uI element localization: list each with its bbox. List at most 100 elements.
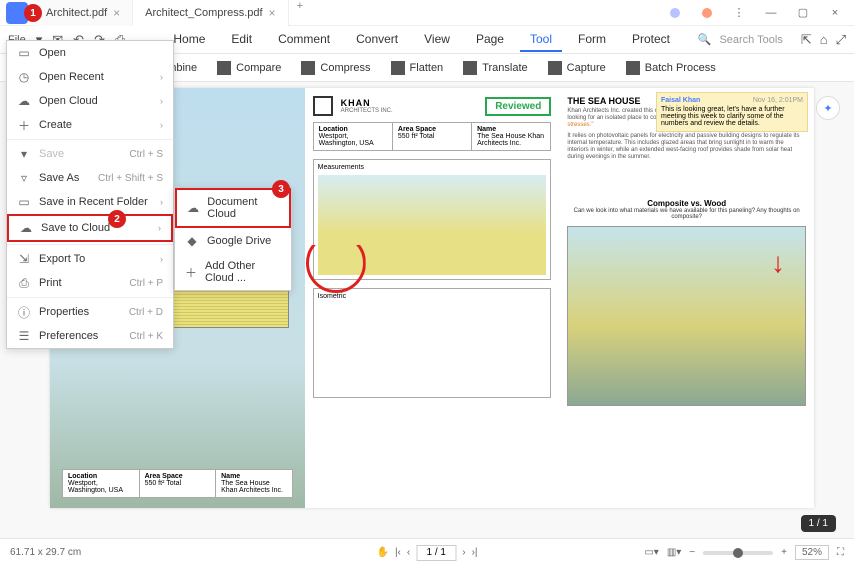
tool-capture[interactable]: Capture — [546, 58, 608, 78]
reviewed-stamp: Reviewed — [485, 97, 551, 116]
menu-comment[interactable]: Comment — [268, 28, 340, 52]
menu-save: ▾SaveCtrl + S — [7, 142, 173, 166]
measurements-panel: Measurements — [313, 159, 552, 280]
submenu-google-drive[interactable]: ◆Google Drive — [175, 228, 291, 254]
search-tools[interactable]: 🔍 Search Tools ⇱ ⌂ ⤢ — [698, 32, 846, 48]
cloud-icon: ☁ — [187, 201, 199, 215]
menu-bar: Home Edit Comment Convert View Page Tool… — [163, 28, 680, 52]
menu-form[interactable]: Form — [568, 28, 616, 52]
zoom-slider[interactable] — [703, 551, 773, 555]
menu-tool[interactable]: Tool — [520, 28, 562, 52]
save-to-cloud-submenu: ☁Document Cloud ◆Google Drive ＋Add Other… — [174, 187, 292, 291]
chevron-right-icon: › — [160, 72, 163, 82]
batch-icon — [626, 61, 640, 75]
menu-page[interactable]: Page — [466, 28, 514, 52]
share-icon[interactable]: ⇱ — [801, 32, 812, 48]
drive-icon: ◆ — [185, 234, 199, 248]
menu-create[interactable]: ＋Create› — [7, 113, 173, 137]
tool-compare[interactable]: Compare — [215, 58, 283, 78]
annotation-arrow: ↓ — [771, 247, 785, 279]
menu-protect[interactable]: Protect — [622, 28, 680, 52]
close-icon[interactable]: × — [113, 6, 120, 20]
titlebar: Architect.pdf × Architect_Compress.pdf ×… — [0, 0, 854, 26]
menu-open-cloud[interactable]: ☁Open Cloud› — [7, 89, 173, 113]
plus-icon: ＋ — [185, 265, 197, 279]
tool-translate[interactable]: Translate — [461, 58, 529, 78]
menu-save-as[interactable]: ▿Save AsCtrl + Shift + S — [7, 166, 173, 190]
chevron-right-icon: › — [160, 197, 163, 207]
maximize-button[interactable]: ▢ — [788, 2, 818, 24]
comparison-image: ↓ — [567, 226, 806, 406]
close-button[interactable]: × — [820, 2, 850, 24]
zoom-level[interactable]: 52% — [795, 545, 829, 560]
menu-edit[interactable]: Edit — [221, 28, 262, 52]
chevron-right-icon: › — [160, 96, 163, 106]
callout-badge-1: 1 — [24, 4, 42, 22]
menu-preferences[interactable]: ☰PreferencesCtrl + K — [7, 324, 173, 348]
chevron-right-icon: › — [160, 120, 163, 130]
assistant-icon[interactable]: ✦ — [816, 96, 840, 120]
fit-width-icon[interactable]: ▭▾ — [644, 547, 658, 558]
search-icon: 🔍 — [698, 33, 712, 46]
page-input[interactable] — [416, 545, 456, 561]
menu-properties[interactable]: ⓘPropertiesCtrl + D — [7, 300, 173, 324]
settings-icon: ☰ — [17, 329, 31, 343]
save-as-icon: ▿ — [17, 171, 31, 185]
annotation-circle — [306, 233, 366, 293]
prev-page-icon[interactable]: ‹ — [407, 547, 410, 558]
minimize-button[interactable]: — — [756, 2, 786, 24]
fullscreen-icon[interactable]: ⛶ — [837, 547, 844, 558]
close-icon[interactable]: × — [269, 6, 276, 20]
zoom-thumb[interactable] — [733, 548, 743, 558]
isometric-panel: Isometric — [313, 288, 552, 398]
file-icon: ▭ — [17, 46, 31, 60]
home-icon[interactable]: ⌂ — [820, 32, 828, 47]
tool-flatten[interactable]: Flatten — [389, 58, 446, 78]
status-bar: 61.71 x 29.7 cm ✋ |‹ ‹ › ›| ▭▾ ▥▾ − + 52… — [0, 538, 854, 566]
new-tab-button[interactable]: + — [289, 0, 311, 26]
first-page-icon[interactable]: |‹ — [395, 547, 401, 558]
folder-icon: ▭ — [17, 195, 31, 209]
zoom-out-button[interactable]: − — [689, 547, 695, 558]
page-indicator: 1 / 1 — [801, 515, 836, 532]
hand-tool-icon[interactable]: ✋ — [376, 547, 388, 558]
next-page-icon[interactable]: › — [462, 547, 465, 558]
window-controls: ⋮ — ▢ × — [660, 2, 854, 24]
user-icon[interactable] — [660, 2, 690, 24]
submenu-add-other[interactable]: ＋Add Other Cloud ... — [175, 254, 291, 290]
document-tabs: Architect.pdf × Architect_Compress.pdf ×… — [34, 0, 311, 26]
cloud-upload-icon: ☁ — [19, 221, 33, 235]
search-placeholder: Search Tools — [719, 34, 782, 46]
tab-architect-compress[interactable]: Architect_Compress.pdf × — [133, 0, 288, 26]
compare-icon — [217, 61, 231, 75]
tool-compress[interactable]: Compress — [299, 58, 372, 78]
zoom-in-button[interactable]: + — [781, 547, 787, 558]
menu-open-recent[interactable]: ◷Open Recent› — [7, 65, 173, 89]
menu-open[interactable]: ▭Open — [7, 41, 173, 65]
notif-icon[interactable] — [692, 2, 722, 24]
tool-batch[interactable]: Batch Process — [624, 58, 718, 78]
last-page-icon[interactable]: ›| — [472, 547, 478, 558]
chevron-right-icon: › — [158, 223, 161, 233]
menu-print[interactable]: ⎙PrintCtrl + P — [7, 271, 173, 295]
menu-view[interactable]: View — [414, 28, 460, 52]
plus-icon: ＋ — [17, 118, 31, 132]
compress-icon — [301, 61, 315, 75]
callout-badge-3: 3 — [272, 180, 290, 198]
more-icon[interactable]: ⋮ — [724, 2, 754, 24]
flatten-icon — [391, 61, 405, 75]
menu-convert[interactable]: Convert — [346, 28, 408, 52]
menu-export[interactable]: ⇲Export To› — [7, 247, 173, 271]
menu-save-to-cloud[interactable]: ☁Save to Cloud› — [7, 214, 173, 242]
tab-architect[interactable]: Architect.pdf × — [34, 0, 133, 26]
layout-icon[interactable]: ▥▾ — [667, 547, 681, 558]
expand-icon[interactable]: ⤢ — [836, 32, 846, 48]
tab-label: Architect_Compress.pdf — [145, 7, 262, 19]
clock-icon: ◷ — [17, 70, 31, 84]
khan-logo — [313, 96, 333, 116]
page-col-3: THE SEA HOUSE Khan Architects Inc. creat… — [559, 88, 814, 508]
info-table: LocationWestport, Washington, USA Area S… — [62, 469, 293, 498]
menu-save-recent[interactable]: ▭Save in Recent Folder› — [7, 190, 173, 214]
page-col-2: KHANARCHITECTS INC. Reviewed LocationWes… — [305, 88, 560, 508]
comment-note[interactable]: Faisal Khan Nov 16, 2:01PM This is looki… — [656, 92, 808, 132]
